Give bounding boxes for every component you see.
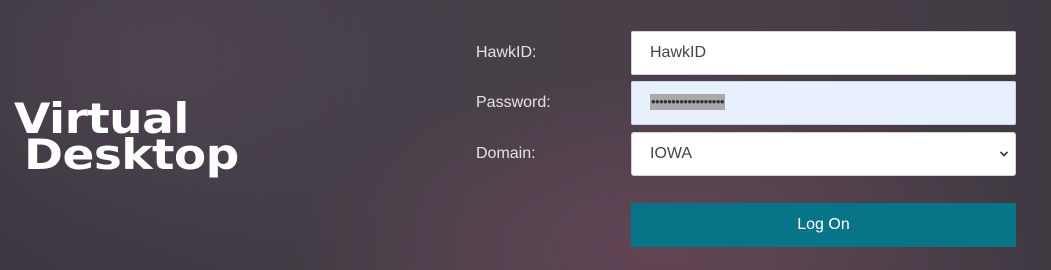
password-input[interactable]: •••••••••••••••••• <box>631 81 1016 125</box>
domain-label: Domain: <box>476 145 536 162</box>
log-on-button[interactable]: Log On <box>631 203 1016 247</box>
virtual-desktop-logo: Virtual Desktop <box>14 98 274 188</box>
hawkid-label: HawkID: <box>476 44 537 61</box>
domain-select[interactable]: IOWA <box>631 132 1016 176</box>
hawkid-input[interactable]: HawkID <box>631 31 1016 75</box>
password-label: Password: <box>476 94 551 111</box>
password-masked-value: •••••••••••••••••• <box>650 93 725 110</box>
chevron-down-icon <box>999 151 1009 157</box>
logo-line-desktop: Desktop <box>24 130 239 179</box>
domain-select-value: IOWA <box>650 145 693 162</box>
